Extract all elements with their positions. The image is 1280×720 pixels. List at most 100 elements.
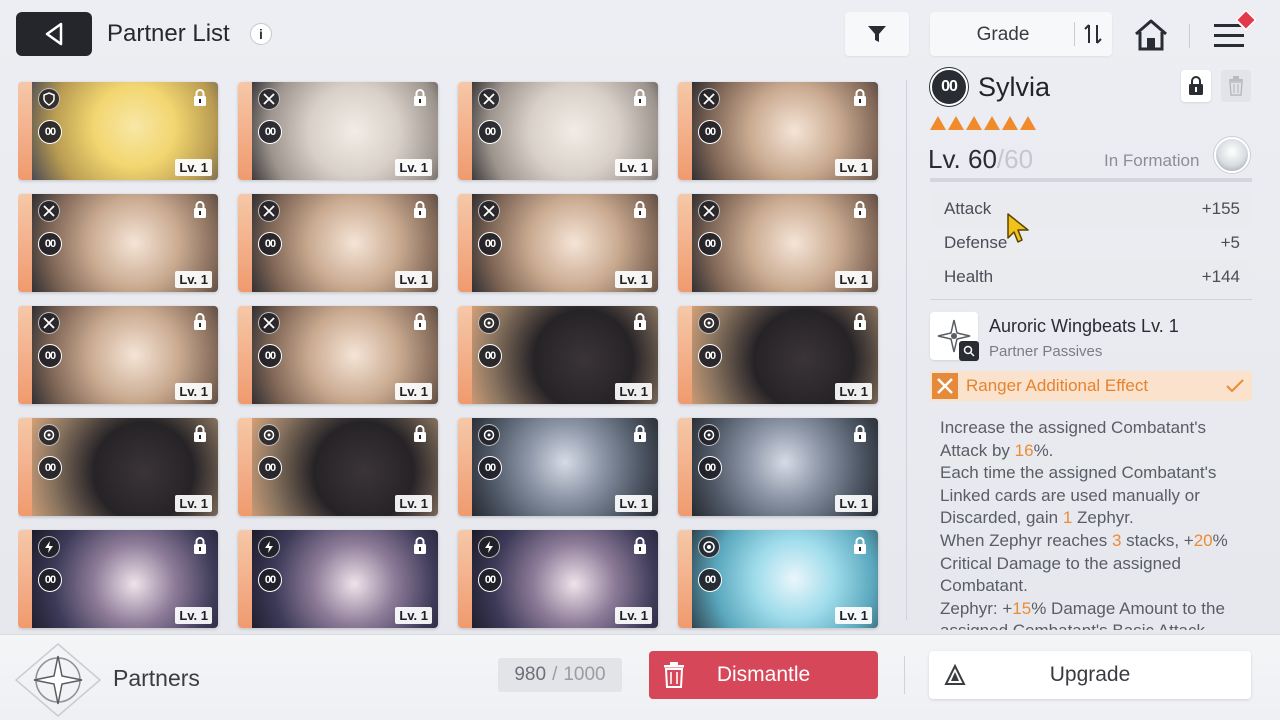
- passive-description: Increase the assigned Combatant's Attack…: [940, 417, 1252, 630]
- card-level: Lv. 1: [395, 607, 432, 624]
- bolt-class-icon: [478, 536, 500, 558]
- card-level: Lv. 1: [395, 159, 432, 176]
- partner-card[interactable]: 00 Lv. 1: [458, 530, 658, 628]
- lock-icon[interactable]: [850, 311, 870, 333]
- grade-icon: 00: [478, 456, 502, 480]
- dismantle-label: Dismantle: [716, 663, 811, 686]
- grade-icon: 00: [38, 456, 62, 480]
- lock-icon[interactable]: [630, 535, 650, 557]
- star-rating: [930, 116, 1036, 130]
- highlight-value: 15: [1012, 598, 1032, 618]
- lock-icon[interactable]: [190, 199, 210, 221]
- card-level: Lv. 1: [395, 383, 432, 400]
- partner-card[interactable]: 00 Lv. 1: [238, 194, 438, 292]
- level-max: /60: [996, 144, 1034, 174]
- lock-icon[interactable]: [410, 535, 430, 557]
- passive-skill-type: Partner Passives: [989, 343, 1103, 360]
- grade-icon: 00: [258, 568, 282, 592]
- partner-card[interactable]: 00 Lv. 1: [678, 306, 878, 404]
- lock-icon[interactable]: [850, 423, 870, 445]
- lock-button[interactable]: [1181, 70, 1211, 102]
- card-level: Lv. 1: [615, 607, 652, 624]
- partner-card[interactable]: 00 Lv. 1: [238, 82, 438, 180]
- lock-icon[interactable]: [190, 423, 210, 445]
- grade-icon: 00: [38, 344, 62, 368]
- page-title: Partner List: [107, 20, 230, 47]
- upgrade-button[interactable]: Upgrade: [929, 651, 1251, 699]
- description-text: Zephyr.: [1072, 508, 1134, 528]
- partner-card[interactable]: 00 Lv. 1: [678, 418, 878, 516]
- card-rarity-stripe: [458, 194, 472, 292]
- card-rarity-stripe: [238, 194, 252, 292]
- ranger-effect-bar[interactable]: Ranger Additional Effect: [930, 371, 1252, 401]
- lock-icon[interactable]: [630, 423, 650, 445]
- partner-card[interactable]: 00 Lv. 1: [238, 530, 438, 628]
- home-button[interactable]: [1130, 14, 1172, 56]
- lock-icon[interactable]: [850, 535, 870, 557]
- swords-class-icon: [698, 88, 720, 110]
- partner-card[interactable]: 00 Lv. 1: [18, 82, 218, 180]
- partner-card[interactable]: 00 Lv. 1: [18, 530, 218, 628]
- formation-avatar[interactable]: [1214, 137, 1250, 173]
- partner-card[interactable]: 00 Lv. 1: [678, 530, 878, 628]
- partner-card[interactable]: 00 Lv. 1: [678, 194, 878, 292]
- partner-card[interactable]: 00 Lv. 1: [678, 82, 878, 180]
- sort-order-toggle[interactable]: [1078, 20, 1108, 48]
- partner-card[interactable]: 00 Lv. 1: [18, 194, 218, 292]
- grade-icon: 00: [258, 120, 282, 144]
- back-button[interactable]: [16, 12, 92, 56]
- lock-icon[interactable]: [190, 535, 210, 557]
- magnifier-icon[interactable]: [959, 341, 979, 361]
- card-level: Lv. 1: [835, 607, 872, 624]
- lock-icon[interactable]: [190, 311, 210, 333]
- partner-capacity: 980/1000: [498, 658, 622, 692]
- lock-icon[interactable]: [410, 87, 430, 109]
- partner-card[interactable]: 00 Lv. 1: [18, 418, 218, 516]
- checkmark-icon: [1226, 377, 1244, 395]
- sort-dropdown[interactable]: Grade: [930, 12, 1112, 56]
- card-rarity-stripe: [238, 82, 252, 180]
- lock-icon[interactable]: [630, 311, 650, 333]
- card-rarity-stripe: [18, 82, 32, 180]
- card-level: Lv. 1: [175, 271, 212, 288]
- card-level: Lv. 1: [615, 495, 652, 512]
- lock-icon[interactable]: [630, 199, 650, 221]
- home-icon: [1135, 19, 1167, 51]
- partner-card[interactable]: 00 Lv. 1: [458, 82, 658, 180]
- swords-class-icon: [478, 200, 500, 222]
- lock-icon[interactable]: [190, 87, 210, 109]
- partner-card[interactable]: 00 Lv. 1: [458, 194, 658, 292]
- bolt-class-icon: [38, 536, 60, 558]
- description-text: %.: [1033, 440, 1054, 460]
- level-value: 60: [967, 144, 997, 174]
- lock-icon[interactable]: [410, 423, 430, 445]
- card-rarity-stripe: [238, 418, 252, 516]
- lock-icon[interactable]: [410, 199, 430, 221]
- level-display: Lv. 60/60: [928, 144, 1033, 175]
- card-rarity-stripe: [458, 306, 472, 404]
- level-prefix: Lv.: [928, 144, 968, 174]
- partner-card[interactable]: 00 Lv. 1: [238, 418, 438, 516]
- partner-card[interactable]: 00 Lv. 1: [458, 418, 658, 516]
- card-level: Lv. 1: [835, 495, 872, 512]
- trash-button[interactable]: [1221, 70, 1251, 102]
- info-icon[interactable]: i: [250, 23, 272, 45]
- lock-icon[interactable]: [410, 311, 430, 333]
- partner-card[interactable]: 00 Lv. 1: [18, 306, 218, 404]
- card-rarity-stripe: [678, 418, 692, 516]
- lock-icon[interactable]: [850, 87, 870, 109]
- description-text: stacks, +: [1121, 530, 1194, 550]
- stat-label: Health: [944, 267, 994, 286]
- card-level: Lv. 1: [615, 159, 652, 176]
- formation-label: In Formation: [1104, 151, 1200, 170]
- grade-icon: 00: [38, 232, 62, 256]
- lock-icon[interactable]: [850, 199, 870, 221]
- lock-icon[interactable]: [630, 87, 650, 109]
- partner-card[interactable]: 00 Lv. 1: [458, 306, 658, 404]
- partner-card[interactable]: 00 Lv. 1: [238, 306, 438, 404]
- card-rarity-stripe: [458, 82, 472, 180]
- swords-class-icon: [38, 200, 60, 222]
- dismantle-button[interactable]: Dismantle: [649, 651, 878, 699]
- filter-button[interactable]: [845, 12, 909, 56]
- description-text: Zephyr: +: [940, 598, 1013, 618]
